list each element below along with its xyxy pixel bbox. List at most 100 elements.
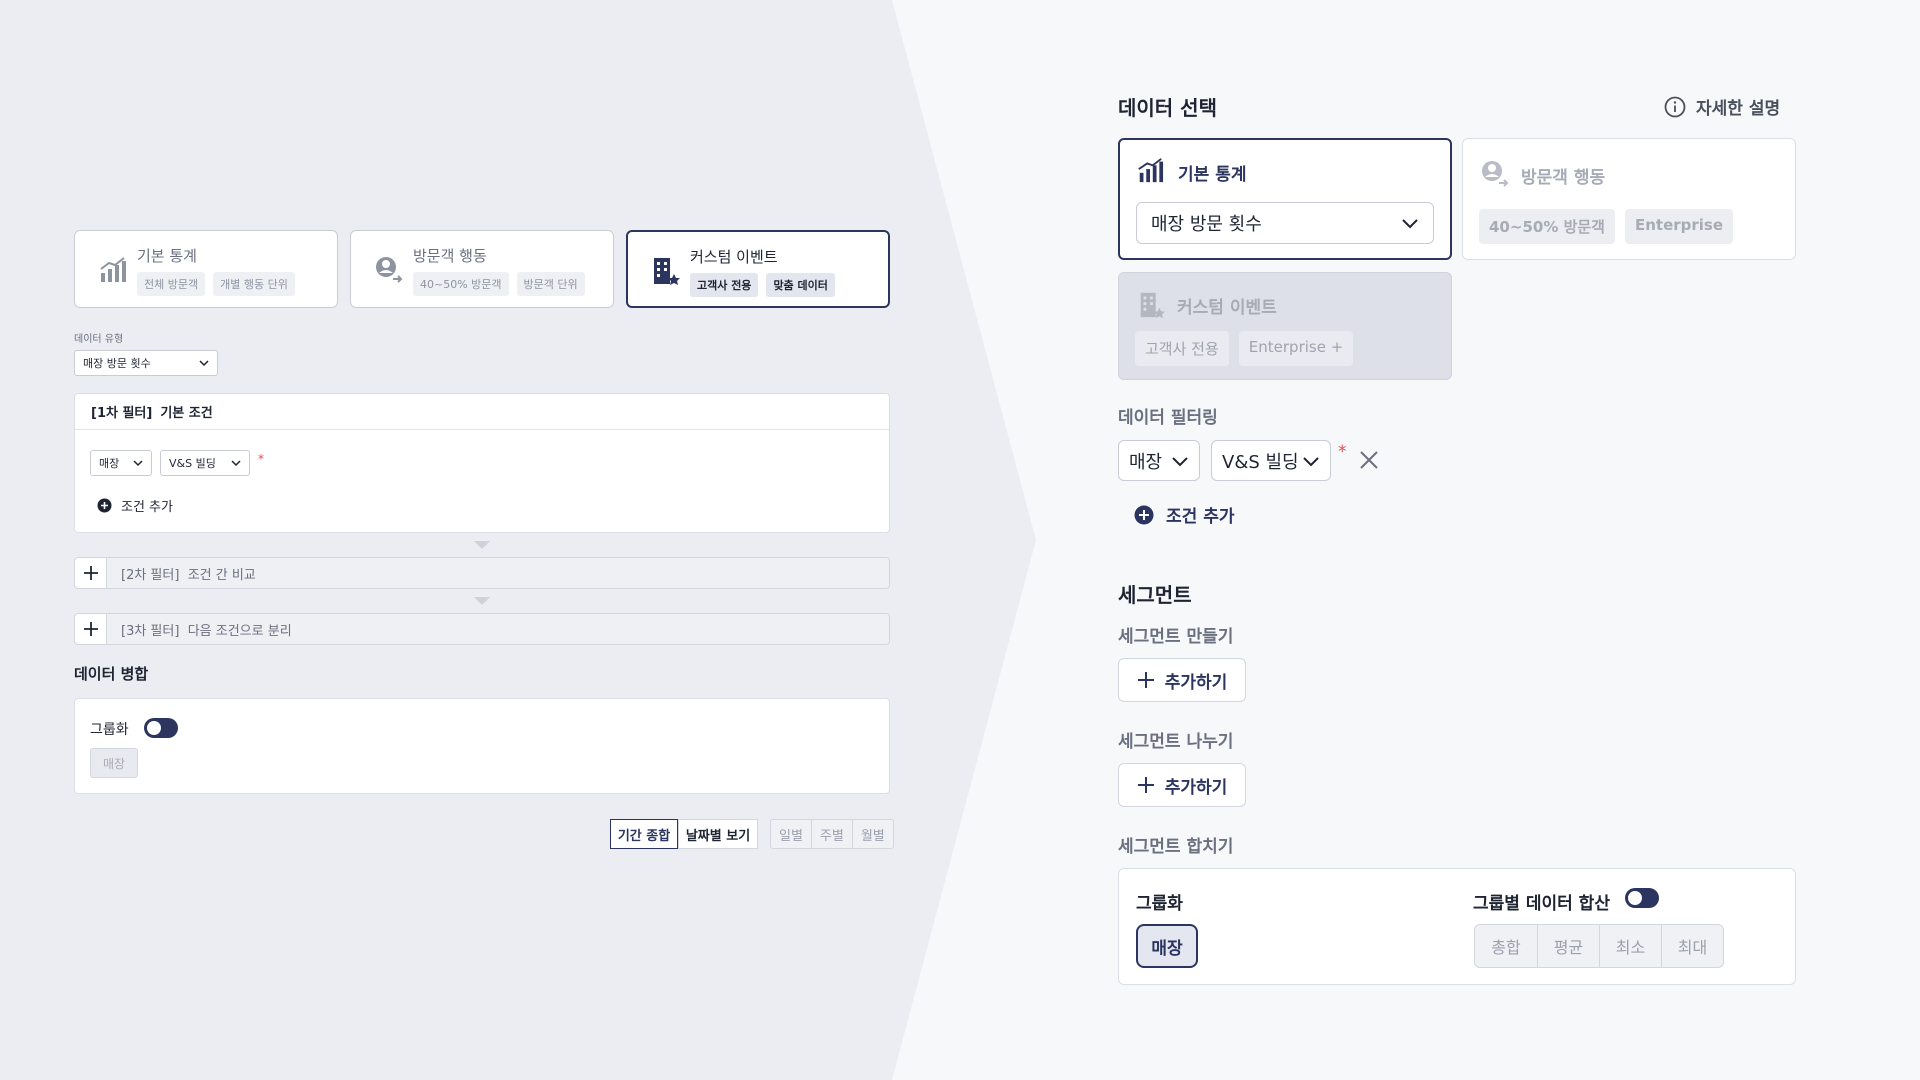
rcard-visitor-behavior[interactable]: 방문객 행동 40~50% 방문객 Enterprise	[1462, 138, 1796, 260]
add-label: 추가하기	[1164, 672, 1228, 693]
help-link[interactable]: 자세한 설명	[1664, 94, 1780, 119]
filter1-header: [1차 필터] 기본 조건	[75, 394, 889, 430]
bar-chart-icon	[1138, 158, 1164, 183]
agg-min[interactable]: 최소	[1599, 925, 1661, 967]
segment-split-add-button[interactable]: 추가하기	[1118, 763, 1246, 807]
rcard-tag: 고객사 전용	[1135, 331, 1229, 366]
card-tag: 전체 방문객	[137, 272, 206, 296]
rcard-tag: Enterprise	[1624, 209, 1734, 244]
card-tag: 방문객 단위	[516, 272, 585, 296]
grouping-label: 그룹화	[90, 722, 129, 738]
arrow-down-icon	[474, 597, 490, 605]
arrow-down-icon	[474, 541, 490, 549]
plus-icon[interactable]	[75, 558, 107, 588]
agg-avg[interactable]: 평균	[1537, 925, 1599, 967]
merge-panel	[74, 698, 890, 794]
plus-icon	[1137, 777, 1154, 793]
grouping-chip[interactable]: 매장	[90, 748, 138, 778]
chevron-down-icon	[231, 460, 241, 467]
segment-title: 세그먼트	[1118, 583, 1192, 607]
filter1-title: 기본 조건	[160, 406, 213, 421]
period-monthly[interactable]: 월별	[851, 820, 893, 848]
visitor-icon	[1482, 161, 1509, 187]
add-label: 추가하기	[1164, 777, 1228, 798]
building-icon	[654, 258, 680, 285]
filter1-select-building[interactable]: V&S 빌딩	[160, 450, 250, 476]
close-icon[interactable]	[1359, 450, 1379, 470]
add-condition-label: 조건 추가	[121, 500, 173, 515]
agg-max[interactable]: 최대	[1661, 925, 1723, 967]
rcard-custom-event[interactable]: 커스텀 이벤트 고객사 전용 Enterprise +	[1118, 272, 1452, 380]
card-tag: 개별 행동 단위	[213, 272, 295, 296]
card-title: 기본 통계	[137, 247, 197, 265]
chevron-down-icon	[133, 460, 143, 467]
chevron-down-icon	[199, 360, 209, 367]
segment-merge-title: 세그먼트 합치기	[1118, 837, 1234, 857]
grouping-toggle[interactable]	[144, 718, 178, 738]
data-type-value: 매장 방문 횟수	[83, 357, 151, 370]
card-tag: 40~50% 방문객	[413, 272, 509, 296]
plus-icon[interactable]	[75, 614, 107, 644]
rcard-title: 방문객 행동	[1521, 168, 1606, 188]
agg-sum[interactable]: 총합	[1475, 925, 1537, 967]
data-type-select[interactable]: 매장 방문 횟수	[74, 350, 218, 376]
rcard-tag: 40~50% 방문객	[1479, 209, 1615, 244]
building-icon	[1140, 292, 1165, 319]
group-sum-toggle[interactable]	[1625, 888, 1659, 908]
select-value: 매장	[1129, 451, 1163, 473]
period-weekly[interactable]: 주별	[810, 820, 852, 848]
view-by-date-button[interactable]: 날짜별 보기	[678, 819, 758, 849]
filtering-title: 데이터 필터링	[1118, 408, 1218, 428]
plus-icon	[1137, 672, 1154, 688]
period-segmented: 일별 주별 월별	[770, 819, 894, 849]
chevron-down-icon	[1402, 219, 1418, 229]
filter2-title: 조건 간 비교	[187, 567, 256, 583]
required-mark: *	[1338, 442, 1347, 462]
basic-stats-select[interactable]: 매장 방문 횟수	[1136, 202, 1434, 244]
card-tag: 고객사 전용	[690, 273, 759, 297]
card-basic-stats[interactable]: 기본 통계 전체 방문객 개별 행동 단위	[74, 230, 338, 308]
select-value: V&S 빌딩	[1222, 451, 1299, 473]
plus-circle-icon	[1134, 505, 1154, 524]
select-value: 매장	[99, 457, 120, 470]
data-type-label: 데이터 유형	[74, 334, 124, 345]
aggregation-segmented: 총합 평균 최소 최대	[1474, 924, 1724, 968]
chevron-down-icon	[1303, 456, 1319, 466]
card-visitor-behavior[interactable]: 방문객 행동 40~50% 방문객 방문객 단위	[350, 230, 614, 308]
period-daily[interactable]: 일별	[771, 820, 811, 848]
select-value: V&S 빌딩	[169, 457, 216, 470]
add-condition-button[interactable]: 조건 추가	[97, 496, 173, 515]
plus-circle-icon	[97, 498, 112, 513]
filter1-select-store[interactable]: 매장	[90, 450, 152, 476]
bar-chart-icon	[100, 257, 126, 282]
info-icon	[1664, 96, 1686, 117]
filter-select-store[interactable]: 매장	[1118, 440, 1200, 481]
filter2-prefix: [2차 필터]	[121, 567, 180, 583]
help-label: 자세한 설명	[1696, 99, 1781, 119]
basic-stats-select-value: 매장 방문 횟수	[1151, 214, 1262, 235]
filter1-prefix: [1차 필터]	[91, 406, 153, 421]
card-title: 커스텀 이벤트	[690, 248, 778, 266]
filter-select-building[interactable]: V&S 빌딩	[1211, 440, 1331, 481]
rcard-tag: Enterprise +	[1238, 331, 1354, 366]
segment-create-title: 세그먼트 만들기	[1118, 627, 1234, 647]
merge-title: 데이터 병합	[74, 665, 149, 683]
chevron-down-icon	[1172, 456, 1188, 466]
filter3-title: 다음 조건으로 분리	[187, 623, 292, 639]
data-select-title: 데이터 선택	[1118, 96, 1217, 120]
segment-split-title: 세그먼트 나누기	[1118, 732, 1234, 752]
visitor-icon	[376, 257, 403, 283]
rcard-title: 커스텀 이벤트	[1177, 298, 1277, 318]
card-custom-event[interactable]: 커스텀 이벤트 고객사 전용 맞춤 데이터	[626, 230, 890, 308]
add-condition-button-right[interactable]: 조건 추가	[1134, 502, 1234, 527]
add-condition-label: 조건 추가	[1166, 507, 1235, 527]
segment-create-add-button[interactable]: 추가하기	[1118, 658, 1246, 702]
grouping-chip-right[interactable]: 매장	[1136, 924, 1198, 968]
filter3-bar[interactable]: [3차 필터] 다음 조건으로 분리	[74, 613, 890, 645]
filter3-prefix: [3차 필터]	[121, 623, 180, 639]
filter2-bar[interactable]: [2차 필터] 조건 간 비교	[74, 557, 890, 589]
view-total-button[interactable]: 기간 종합	[610, 819, 678, 849]
group-sum-label: 그룹별 데이터 합산	[1473, 894, 1610, 914]
rcard-title: 기본 통계	[1178, 165, 1247, 185]
card-title: 방문객 행동	[413, 247, 487, 265]
